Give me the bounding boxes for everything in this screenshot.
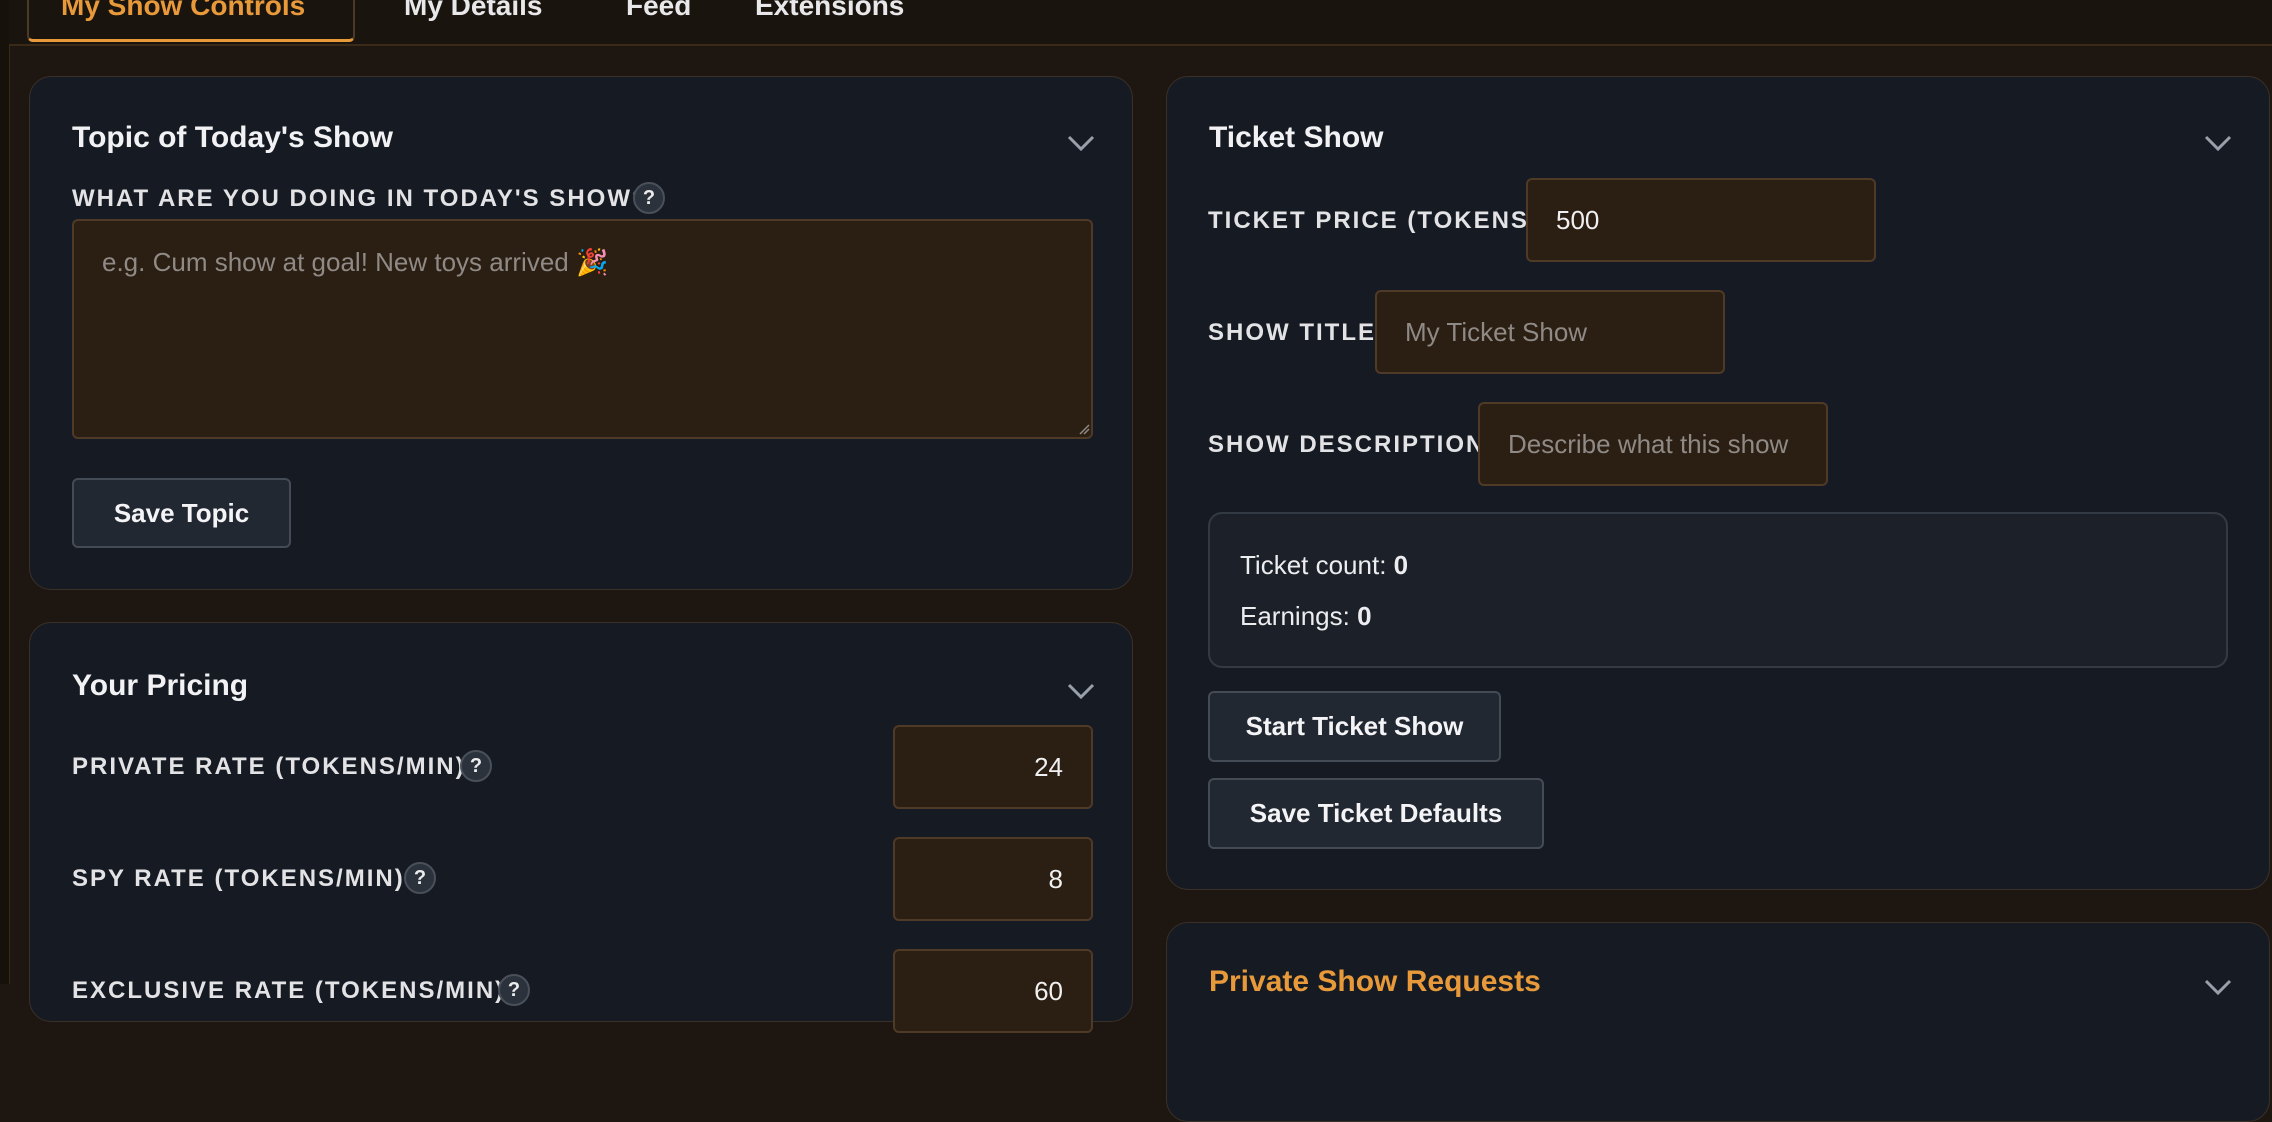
topic-panel-title: Topic of Today's Show: [72, 121, 394, 154]
chevron-down-icon[interactable]: [1066, 681, 1096, 701]
ticket-count: Ticket count: 0: [1240, 550, 1408, 581]
earnings-value: 0: [1357, 601, 1372, 631]
help-icon[interactable]: ?: [498, 974, 530, 1006]
earnings: Earnings: 0: [1240, 601, 1372, 632]
topic-panel: Topic of Today's Show WHAT ARE YOU DOING…: [29, 76, 1133, 590]
help-icon[interactable]: ?: [460, 750, 492, 782]
ticket-count-value: 0: [1393, 550, 1409, 580]
topic-question-label: WHAT ARE YOU DOING IN TODAY'S SHOW?: [72, 185, 649, 212]
tab-my-show-controls[interactable]: My Show Controls: [27, 0, 355, 42]
help-icon[interactable]: ?: [633, 182, 665, 214]
spy-rate-label: SPY RATE (TOKENS/MIN): [72, 865, 405, 892]
show-description-input[interactable]: Describe what this show: [1478, 402, 1828, 486]
tab-feed[interactable]: Feed: [594, 0, 723, 42]
ticket-stats-box: Ticket count: 0 Earnings: 0: [1208, 512, 2228, 668]
exclusive-rate-input[interactable]: 60: [893, 949, 1093, 1033]
show-title-input[interactable]: My Ticket Show: [1375, 290, 1725, 374]
ticket-price-input[interactable]: 500: [1526, 178, 1876, 262]
left-frame-edge: [0, 0, 10, 984]
start-ticket-show-button[interactable]: Start Ticket Show: [1208, 691, 1501, 762]
ticket-count-label: Ticket count:: [1240, 550, 1387, 580]
save-topic-button[interactable]: Save Topic: [72, 478, 291, 548]
show-description-label: SHOW DESCRIPTION: [1208, 431, 1486, 458]
tab-my-details[interactable]: My Details: [372, 0, 575, 42]
private-rate-input[interactable]: 24: [893, 725, 1093, 809]
private-requests-panel: Private Show Requests: [1166, 922, 2270, 1122]
exclusive-rate-label: EXCLUSIVE RATE (TOKENS/MIN): [72, 977, 506, 1004]
private-requests-title: Private Show Requests: [1209, 965, 1541, 998]
chevron-down-icon[interactable]: [2203, 133, 2233, 153]
spy-rate-input[interactable]: 8: [893, 837, 1093, 921]
earnings-label: Earnings:: [1240, 601, 1350, 631]
private-rate-label: PRIVATE RATE (TOKENS/MIN): [72, 753, 466, 780]
help-icon[interactable]: ?: [404, 862, 436, 894]
chevron-down-icon[interactable]: [2203, 977, 2233, 997]
ticket-price-label: TICKET PRICE (TOKENS): [1208, 207, 1539, 234]
ticket-panel-title: Ticket Show: [1209, 121, 1384, 154]
chevron-down-icon[interactable]: [1066, 133, 1096, 153]
topic-textarea[interactable]: e.g. Cum show at goal! New toys arrived …: [72, 219, 1093, 439]
pricing-panel: Your Pricing PRIVATE RATE (TOKENS/MIN) ?…: [29, 622, 1133, 1033]
resize-handle-icon[interactable]: [1078, 423, 1090, 435]
tab-extensions[interactable]: Extensions: [723, 0, 936, 42]
pricing-panel-title: Your Pricing: [72, 669, 249, 702]
show-title-label: SHOW TITLE: [1208, 319, 1376, 346]
tab-bar: My Show Controls My Details Feed Extensi…: [9, 0, 2272, 46]
save-ticket-defaults-button[interactable]: Save Ticket Defaults: [1208, 778, 1544, 849]
